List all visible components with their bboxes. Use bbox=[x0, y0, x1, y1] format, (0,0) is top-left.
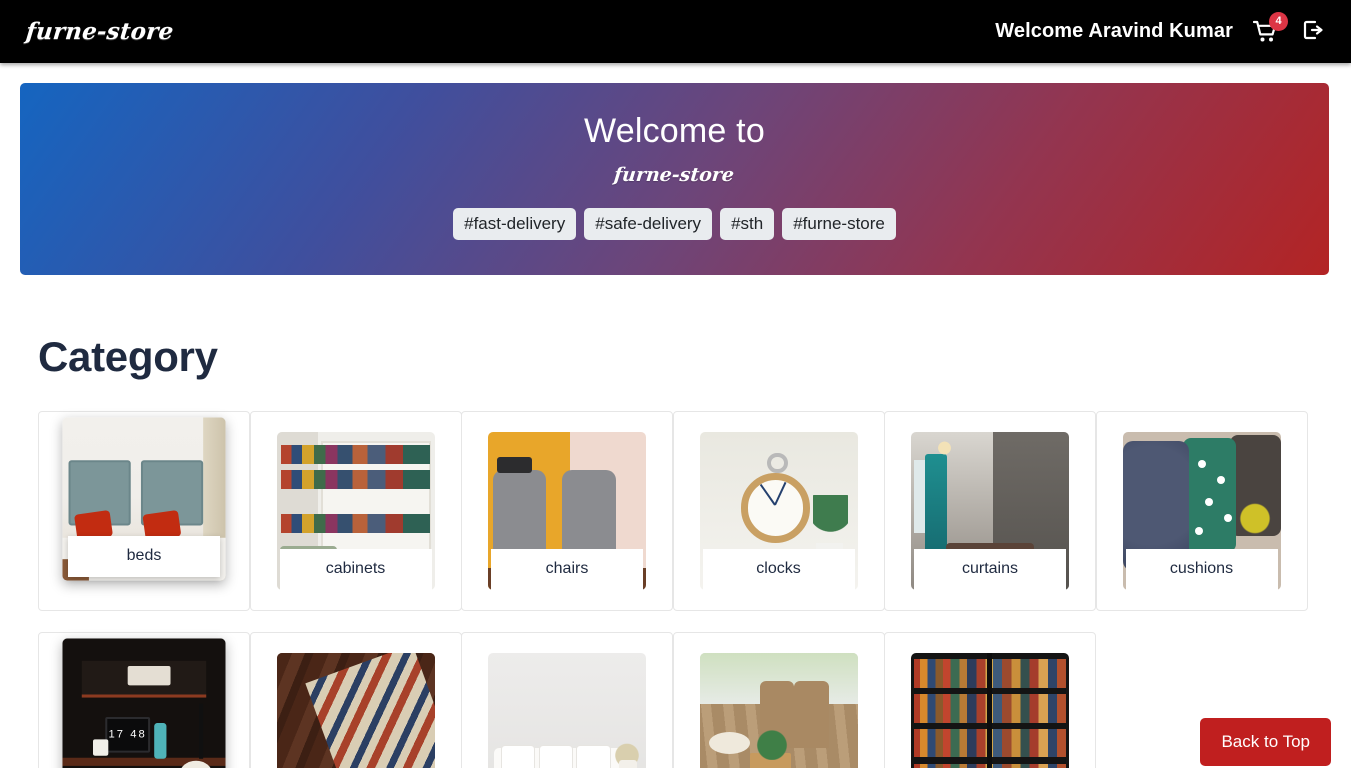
hero-tag-list: #fast-delivery #safe-delivery #sth #furn… bbox=[453, 207, 896, 241]
site-header: furne-store Welcome Aravind Kumar 4 bbox=[0, 0, 1351, 63]
category-card-10[interactable] bbox=[672, 632, 885, 768]
hero-title: Welcome to bbox=[584, 112, 765, 150]
category-heading: Category bbox=[38, 333, 218, 380]
cart-button[interactable]: 4 bbox=[1251, 11, 1288, 47]
category-label: cushions bbox=[1125, 549, 1278, 590]
hero-tag[interactable]: #furne-store bbox=[782, 207, 896, 241]
hero-tag[interactable]: #fast-delivery bbox=[453, 207, 577, 241]
category-card-clocks[interactable]: clocks bbox=[672, 411, 885, 611]
category-label: chairs bbox=[491, 549, 643, 590]
category-thumb-10 bbox=[699, 653, 858, 768]
desk-clock-readout: 17 48 bbox=[104, 716, 151, 753]
hero-banner: Welcome to furne-store #fast-delivery #s… bbox=[20, 83, 1329, 275]
category-grid: beds cabinets chairs clocks curtains cus… bbox=[38, 411, 1328, 768]
logout-button[interactable] bbox=[1299, 17, 1329, 47]
cart-count-badge: 4 bbox=[1269, 11, 1288, 31]
category-label: clocks bbox=[702, 549, 855, 590]
category-card-curtains[interactable]: curtains bbox=[884, 411, 1096, 611]
category-card-chairs[interactable]: chairs bbox=[461, 411, 673, 611]
category-label: beds bbox=[68, 536, 220, 577]
category-card-11[interactable] bbox=[884, 632, 1096, 768]
category-card-9[interactable] bbox=[461, 632, 673, 768]
brand-logo[interactable]: furne-store bbox=[25, 18, 175, 45]
back-to-top-button[interactable]: Back to Top bbox=[1200, 718, 1331, 766]
category-label: curtains bbox=[914, 549, 1066, 590]
category-card-7[interactable]: 17 48 bbox=[38, 632, 250, 768]
header-actions: Welcome Aravind Kumar 4 bbox=[995, 11, 1329, 47]
category-card-cushions[interactable]: cushions bbox=[1095, 411, 1308, 611]
welcome-message: Welcome Aravind Kumar bbox=[995, 20, 1233, 42]
category-thumb-7: 17 48 bbox=[62, 638, 226, 768]
category-card-8[interactable] bbox=[249, 632, 462, 768]
hero-tag[interactable]: #sth bbox=[720, 207, 775, 241]
category-card-cabinets[interactable]: cabinets bbox=[249, 411, 462, 611]
category-thumb-8 bbox=[276, 653, 435, 768]
category-card-beds[interactable]: beds bbox=[38, 411, 250, 611]
category-label: cabinets bbox=[279, 549, 432, 590]
hero-subtitle: furne-store bbox=[613, 163, 736, 186]
logout-icon bbox=[1301, 18, 1327, 45]
category-thumb-11 bbox=[911, 653, 1069, 768]
hero-tag[interactable]: #safe-delivery bbox=[584, 207, 713, 241]
category-thumb-9 bbox=[488, 653, 646, 768]
